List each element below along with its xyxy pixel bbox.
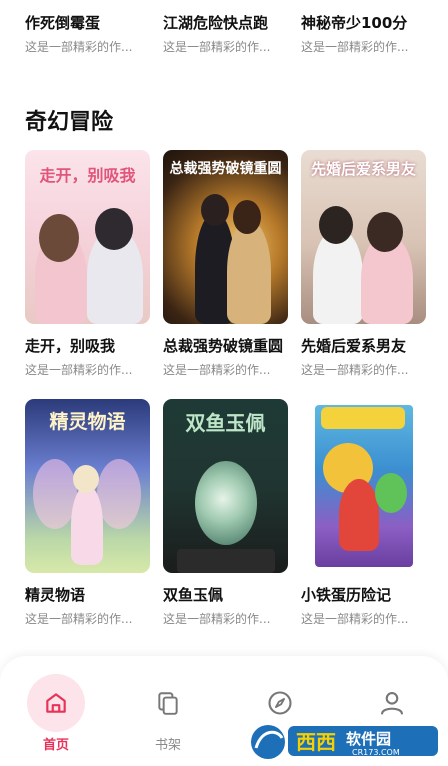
figure: [39, 214, 79, 262]
book-card[interactable]: 总裁强势破镜重圆 总裁强势破镜重圆 这是一部精彩的作...: [163, 150, 288, 378]
figure: [71, 485, 103, 565]
book-card[interactable]: 作死倒霉蛋 这是一部精彩的作...: [25, 12, 150, 55]
figure: [73, 465, 99, 493]
book-title: 总裁强势破镜重圆: [163, 337, 284, 355]
book-card[interactable]: 先婚后爱系男友 先婚后爱系男友 这是一部精彩的作...: [301, 150, 426, 378]
book-desc: 这是一部精彩的作...: [163, 40, 271, 54]
nav-home-label: 首页: [42, 738, 69, 753]
figure: [97, 459, 141, 529]
book-cover[interactable]: 精灵物语: [25, 399, 150, 573]
figure: [227, 220, 271, 324]
top-book-row: 作死倒霉蛋 这是一部精彩的作... 江湖危险快点跑 这是一部精彩的作... 神秘…: [0, 12, 448, 55]
book-desc: 这是一部精彩的作...: [25, 612, 133, 626]
cover-title: 先婚后爱系男友: [310, 160, 416, 178]
book-row: 精灵物语 精灵物语 这是一部精彩的作... 双鱼玉佩 双鱼玉佩 这是一部精彩的作…: [0, 399, 448, 627]
book-cover[interactable]: 双鱼玉佩: [163, 399, 288, 573]
book-title: 走开，别吸我: [25, 337, 116, 355]
watermark-logo: 西西 软件园 CR173.COM: [248, 718, 444, 762]
figure: [367, 212, 403, 252]
figure: [201, 194, 229, 226]
book-cover[interactable]: 走开，别吸我: [25, 150, 150, 324]
book-title: 小铁蛋历险记: [301, 586, 392, 604]
pedestal: [177, 549, 275, 573]
nav-bookshelf[interactable]: 书架: [133, 674, 203, 753]
book-card[interactable]: 精灵物语 精灵物语 这是一部精彩的作...: [25, 399, 150, 627]
home-icon: [46, 693, 66, 713]
cover-title: 总裁强势破镜重圆: [169, 161, 282, 177]
watermark-brand: 西西: [296, 730, 336, 754]
figure: [233, 200, 261, 234]
jade-pendant: [195, 461, 257, 545]
section-title: 奇幻冒险: [25, 110, 114, 135]
figure: [375, 473, 407, 513]
book-title: 精灵物语: [25, 586, 86, 604]
book-card[interactable]: 神秘帝少100分 这是一部精彩的作...: [301, 12, 426, 55]
book-row: 走开，别吸我 走开，别吸我 这是一部精彩的作... 总裁强势破镜重圆 总裁强势破…: [0, 150, 448, 378]
book-card[interactable]: 小铁蛋历险记 这是一部精彩的作...: [301, 399, 426, 627]
book-title: 双鱼玉佩: [163, 586, 224, 604]
cover-logo: [321, 407, 405, 429]
nav-bookshelf-label: 书架: [154, 738, 181, 753]
bookshelf-icon: [158, 692, 178, 715]
home-icon-bg: [27, 674, 85, 732]
book-title: 江湖危险快点跑: [163, 14, 269, 32]
book-desc: 这是一部精彩的作...: [301, 363, 409, 377]
watermark-graphic: 西西 软件园 CR173.COM: [251, 725, 438, 759]
book-desc: 这是一部精彩的作...: [25, 40, 133, 54]
user-icon: [381, 692, 403, 715]
book-desc: 这是一部精彩的作...: [301, 612, 409, 626]
book-cover[interactable]: [301, 399, 426, 573]
book-title: 先婚后爱系男友: [301, 337, 407, 355]
book-card[interactable]: 双鱼玉佩 双鱼玉佩 这是一部精彩的作...: [163, 399, 288, 627]
book-desc: 这是一部精彩的作...: [301, 40, 409, 54]
cover-title: 双鱼玉佩: [185, 411, 266, 435]
book-title: 神秘帝少100分: [301, 14, 408, 32]
book-desc: 这是一部精彩的作...: [163, 363, 271, 377]
figure: [319, 206, 353, 244]
compass-icon: [268, 691, 292, 715]
cover-title: 走开，别吸我: [39, 166, 136, 185]
bookshelf-icon-bg: [139, 674, 197, 732]
cover-title: 精灵物语: [49, 411, 126, 433]
book-cover[interactable]: 总裁强势破镜重圆: [163, 150, 288, 324]
book-cover[interactable]: 先婚后爱系男友: [301, 150, 426, 324]
book-desc: 这是一部精彩的作...: [163, 612, 271, 626]
nav-home[interactable]: 首页: [21, 674, 91, 753]
book-desc: 这是一部精彩的作...: [25, 363, 133, 377]
book-card[interactable]: 江湖危险快点跑 这是一部精彩的作...: [163, 12, 288, 55]
book-card[interactable]: 走开，别吸我 走开，别吸我 这是一部精彩的作...: [25, 150, 150, 378]
watermark-url: CR173.COM: [352, 748, 400, 757]
watermark-site-label: 软件园: [346, 730, 391, 748]
book-title: 作死倒霉蛋: [25, 14, 101, 32]
figure: [339, 479, 379, 551]
figure: [95, 208, 133, 250]
